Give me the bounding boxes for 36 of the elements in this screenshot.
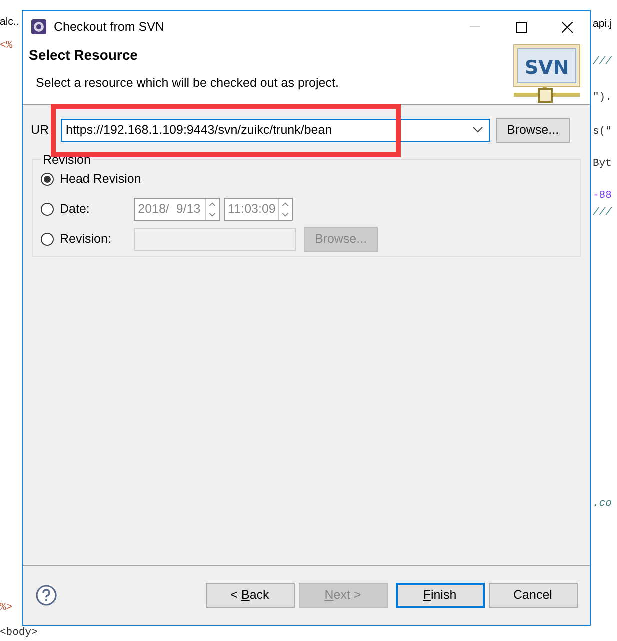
maximize-icon[interactable] [516, 22, 526, 32]
radio-label: Revision: [60, 231, 112, 248]
code-text: -88 [593, 190, 612, 203]
page-description: Select a resource which will be checked out as project. [36, 75, 339, 92]
help-icon[interactable] [36, 585, 56, 606]
code-text: .co [593, 498, 612, 511]
date-field[interactable]: 2018/ 9/13 [134, 198, 220, 221]
code-text: /// [593, 56, 612, 69]
editor-tab[interactable]: alc.. [0, 16, 20, 29]
code-text: <body> [0, 627, 38, 640]
code-text: %> [0, 602, 13, 615]
close-icon[interactable] [562, 22, 572, 32]
code-text: /// [593, 207, 612, 220]
code-text: Byt [593, 158, 612, 171]
dialog-button[interactable]: Finish [396, 583, 484, 608]
dropdown-caret-icon [473, 127, 483, 133]
url-label: UR [31, 122, 50, 139]
code-text: <% [0, 40, 13, 53]
time-field[interactable]: 11:03:09 [224, 198, 293, 221]
dialog-button[interactable]: Cancel [488, 583, 578, 608]
radio-label: Date: [60, 201, 91, 218]
revision-field[interactable] [134, 228, 296, 251]
browse-button[interactable]: Browse... [496, 118, 570, 142]
code-text: s(" [593, 126, 612, 139]
radio-button[interactable] [41, 233, 54, 246]
editor-tab[interactable]: api.j [593, 18, 612, 31]
svn-logo: SVN [512, 43, 582, 103]
code-text: "). [593, 92, 612, 105]
dialog-button[interactable]: < Back [206, 583, 294, 608]
radio-button[interactable] [41, 173, 54, 186]
radio-label: Head Revision [60, 171, 142, 188]
radio-button[interactable] [41, 203, 54, 216]
page-title: Select Resource [29, 46, 139, 65]
window-title: Checkout from SVN [54, 18, 164, 36]
url-combobox[interactable]: https://192.168.1.109:9443/svn/zuikc/trunk/bean [61, 118, 490, 142]
app-icon [31, 19, 47, 35]
